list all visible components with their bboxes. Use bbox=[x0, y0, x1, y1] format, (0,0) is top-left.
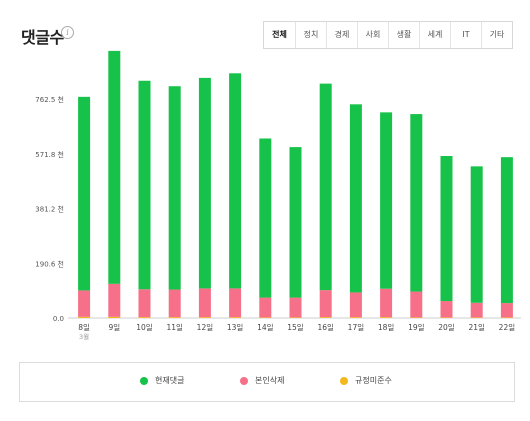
legend-label: 규정미준수 bbox=[355, 376, 392, 385]
x-tick-label: 10일 bbox=[136, 323, 153, 332]
bar-segment[interactable] bbox=[380, 288, 393, 318]
legend-dot-icon bbox=[340, 376, 348, 385]
bar-segment[interactable] bbox=[380, 317, 393, 318]
bar-segment[interactable] bbox=[410, 317, 423, 318]
x-tick-label: 19일 bbox=[408, 323, 425, 332]
bar-segment[interactable] bbox=[229, 73, 242, 289]
bar-segment[interactable] bbox=[138, 317, 151, 318]
bar-segment[interactable] bbox=[108, 316, 121, 318]
y-tick-label: 762.5 천 bbox=[35, 95, 64, 104]
legend-item[interactable]: 본인삭제 bbox=[240, 375, 284, 386]
y-tick-label: 571.8 천 bbox=[35, 150, 64, 159]
legend-label: 현재댓글 bbox=[155, 376, 185, 385]
bar-segment[interactable] bbox=[440, 156, 453, 302]
bar-segment[interactable] bbox=[470, 302, 483, 318]
bar-segment[interactable] bbox=[229, 288, 242, 318]
bar-segment[interactable] bbox=[168, 317, 181, 318]
x-tick-label: 12일 bbox=[197, 323, 214, 332]
y-tick-label: 381.2 천 bbox=[35, 205, 64, 214]
bar-segment[interactable] bbox=[319, 83, 332, 291]
x-tick-label: 13일 bbox=[227, 323, 244, 332]
x-tick-label: 8일 bbox=[78, 323, 90, 332]
legend-dot-icon bbox=[240, 376, 248, 385]
bar-segment[interactable] bbox=[349, 104, 362, 293]
x-tick-label: 9일 bbox=[108, 323, 120, 332]
bar-segment[interactable] bbox=[229, 317, 242, 318]
legend-label: 본인삭제 bbox=[255, 376, 285, 385]
y-tick-label: 190.6 천 bbox=[35, 259, 64, 268]
bar-segment[interactable] bbox=[108, 283, 121, 317]
bar-segment[interactable] bbox=[108, 50, 121, 284]
x-tick-label: 22일 bbox=[499, 323, 516, 332]
legend-item[interactable]: 현재댓글 bbox=[140, 375, 184, 386]
x-tick-label: 15일 bbox=[287, 323, 304, 332]
bar-segment[interactable] bbox=[440, 301, 453, 318]
bar-segment[interactable] bbox=[259, 317, 272, 318]
bar-segment[interactable] bbox=[168, 289, 181, 318]
bar-segment[interactable] bbox=[168, 86, 181, 290]
x-tick-label: 11일 bbox=[166, 323, 183, 332]
x-tick-label: 16일 bbox=[317, 323, 334, 332]
x-tick-label: 18일 bbox=[378, 323, 395, 332]
x-tick-label: 17일 bbox=[348, 323, 365, 332]
legend-item[interactable]: 규정미준수 bbox=[340, 375, 392, 386]
bar-segment[interactable] bbox=[138, 80, 151, 290]
bar-segment[interactable] bbox=[259, 297, 272, 318]
bar-segment[interactable] bbox=[500, 157, 513, 304]
bar-segment[interactable] bbox=[78, 290, 91, 317]
x-tick-sublabel: 3월 bbox=[79, 332, 89, 341]
legend-dot-icon bbox=[140, 376, 148, 385]
bar-segment[interactable] bbox=[440, 317, 453, 318]
bar-segment[interactable] bbox=[198, 288, 211, 318]
bar-segment[interactable] bbox=[289, 317, 302, 318]
bar-segment[interactable] bbox=[259, 138, 272, 298]
y-tick-label: 0.0 bbox=[53, 315, 64, 323]
legend: 현재댓글 본인삭제 규정미준수 bbox=[19, 362, 515, 402]
bar-segment[interactable] bbox=[138, 289, 151, 318]
x-tick-label: 20일 bbox=[438, 323, 455, 332]
x-tick-label: 21일 bbox=[468, 323, 485, 332]
bar-segment[interactable] bbox=[380, 112, 393, 289]
bar-segment[interactable] bbox=[349, 292, 362, 318]
bar-segment[interactable] bbox=[289, 147, 302, 298]
bar-segment[interactable] bbox=[289, 297, 302, 318]
x-tick-label: 14일 bbox=[257, 323, 274, 332]
bar-segment[interactable] bbox=[410, 291, 423, 318]
bar-segment[interactable] bbox=[198, 77, 211, 289]
bar-segment[interactable] bbox=[470, 166, 483, 303]
stacked-bar-chart: 0.0 190.6 천 381.2 천 571.8 천 762.5 천 8일3월 9일 10일… bbox=[35, 50, 521, 341]
bar-segment[interactable] bbox=[198, 317, 211, 318]
bar-segment[interactable] bbox=[319, 317, 332, 318]
bar-segment[interactable] bbox=[78, 96, 91, 291]
bar-segment[interactable] bbox=[349, 317, 362, 318]
bar-segment[interactable] bbox=[500, 317, 513, 318]
bar-segment[interactable] bbox=[470, 317, 483, 318]
bar-segment[interactable] bbox=[78, 316, 91, 318]
bar-segment[interactable] bbox=[319, 290, 332, 318]
bar-segment[interactable] bbox=[500, 303, 513, 318]
bar-segment[interactable] bbox=[410, 114, 423, 292]
